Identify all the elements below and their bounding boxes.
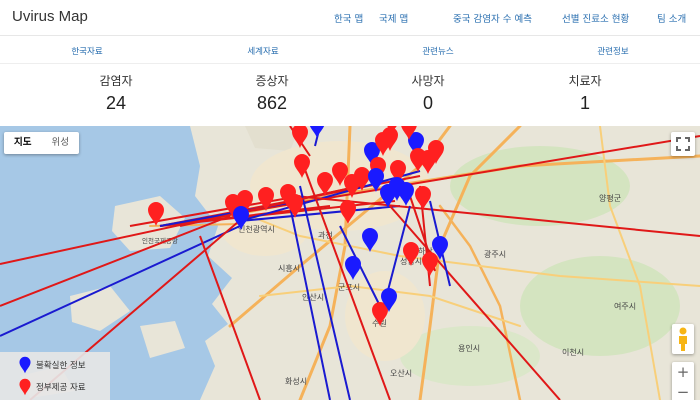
street-view-button[interactable] <box>672 324 694 354</box>
map-type-satellite-button[interactable]: 위성 <box>41 132 78 154</box>
fullscreen-button[interactable] <box>671 132 695 156</box>
stat-label: 사망자 <box>411 74 445 88</box>
stat-symptomatic: 증상자 862 <box>212 72 332 114</box>
stat-label: 증상자 <box>255 74 289 88</box>
island <box>70 286 130 331</box>
place-label: 시흥시 <box>278 263 300 273</box>
nav-screening-clinics[interactable]: 선별 진료소 현황 <box>562 11 629 25</box>
zoom-out-button[interactable]: − <box>672 382 694 400</box>
place-label: 양평군 <box>599 193 621 203</box>
place-label: 인천광역시 <box>238 224 275 234</box>
stats-panel: 감염자 24 증상자 862 사망자 0 치료자 1 <box>0 64 700 126</box>
place-label: 여주시 <box>614 301 636 311</box>
place-label: 화성시 <box>285 377 307 386</box>
place-label: 오산시 <box>390 368 412 378</box>
legend-item-unverified: 불확실한 정보 <box>18 356 86 374</box>
marker-icon <box>19 378 31 396</box>
map-view[interactable]: 인천광역시 인천국제공항 시흥시 안산시 군포시 수원 화성시 오산시 용인시 … <box>0 126 700 400</box>
map-legend: 불확실한 정보 정부제공 자료 <box>0 352 110 400</box>
stat-value: 24 <box>105 93 127 113</box>
legend-label: 불확실한 정보 <box>36 361 86 371</box>
subnav-info[interactable]: 관련정보 <box>597 45 628 57</box>
subnav-world-data[interactable]: 세계자료 <box>247 45 278 57</box>
stat-deaths: 사망자 0 <box>368 72 488 114</box>
stat-recovered: 치료자 1 <box>525 72 645 114</box>
subnav-korea-data[interactable]: 한국자료 <box>71 45 102 57</box>
legend-label: 정부제공 자료 <box>36 383 86 393</box>
stat-label: 치료자 <box>568 74 602 88</box>
stat-value: 1 <box>579 93 590 113</box>
nav-international-map[interactable]: 국제 맵 <box>379 11 408 25</box>
stat-value: 0 <box>422 93 433 113</box>
place-label: 이천시 <box>562 347 584 357</box>
stat-value: 862 <box>256 93 288 113</box>
marker-icon <box>19 356 31 374</box>
nav-team[interactable]: 팀 소개 <box>657 11 686 25</box>
legend-item-government: 정부제공 자료 <box>18 378 86 396</box>
map-type-toggle: 지도 위성 <box>4 132 79 154</box>
place-label: 광주시 <box>484 249 506 259</box>
place-label: 용인시 <box>458 343 480 353</box>
pegman-icon <box>679 327 687 351</box>
nav-china-prediction[interactable]: 중국 감염자 수 예측 <box>453 11 532 25</box>
zoom-control: + − <box>672 362 694 400</box>
map-type-map-button[interactable]: 지도 <box>4 132 41 154</box>
subnav: 한국자료 세계자료 관련뉴스 관련정보 <box>0 36 700 64</box>
stat-infected: 감염자 24 <box>56 72 176 114</box>
place-label: 안산시 <box>302 292 324 302</box>
fullscreen-icon <box>676 137 690 151</box>
nav-korea-map[interactable]: 한국 맵 <box>334 11 363 25</box>
navbar: Uvirus Map 한국 맵 국제 맵 중국 감염자 수 예측 선별 진료소 … <box>0 0 700 36</box>
zoom-in-button[interactable]: + <box>672 362 694 382</box>
subnav-news[interactable]: 관련뉴스 <box>422 45 453 57</box>
brand-title[interactable]: Uvirus Map <box>12 8 88 25</box>
stat-label: 감염자 <box>99 74 133 88</box>
island <box>140 321 185 358</box>
